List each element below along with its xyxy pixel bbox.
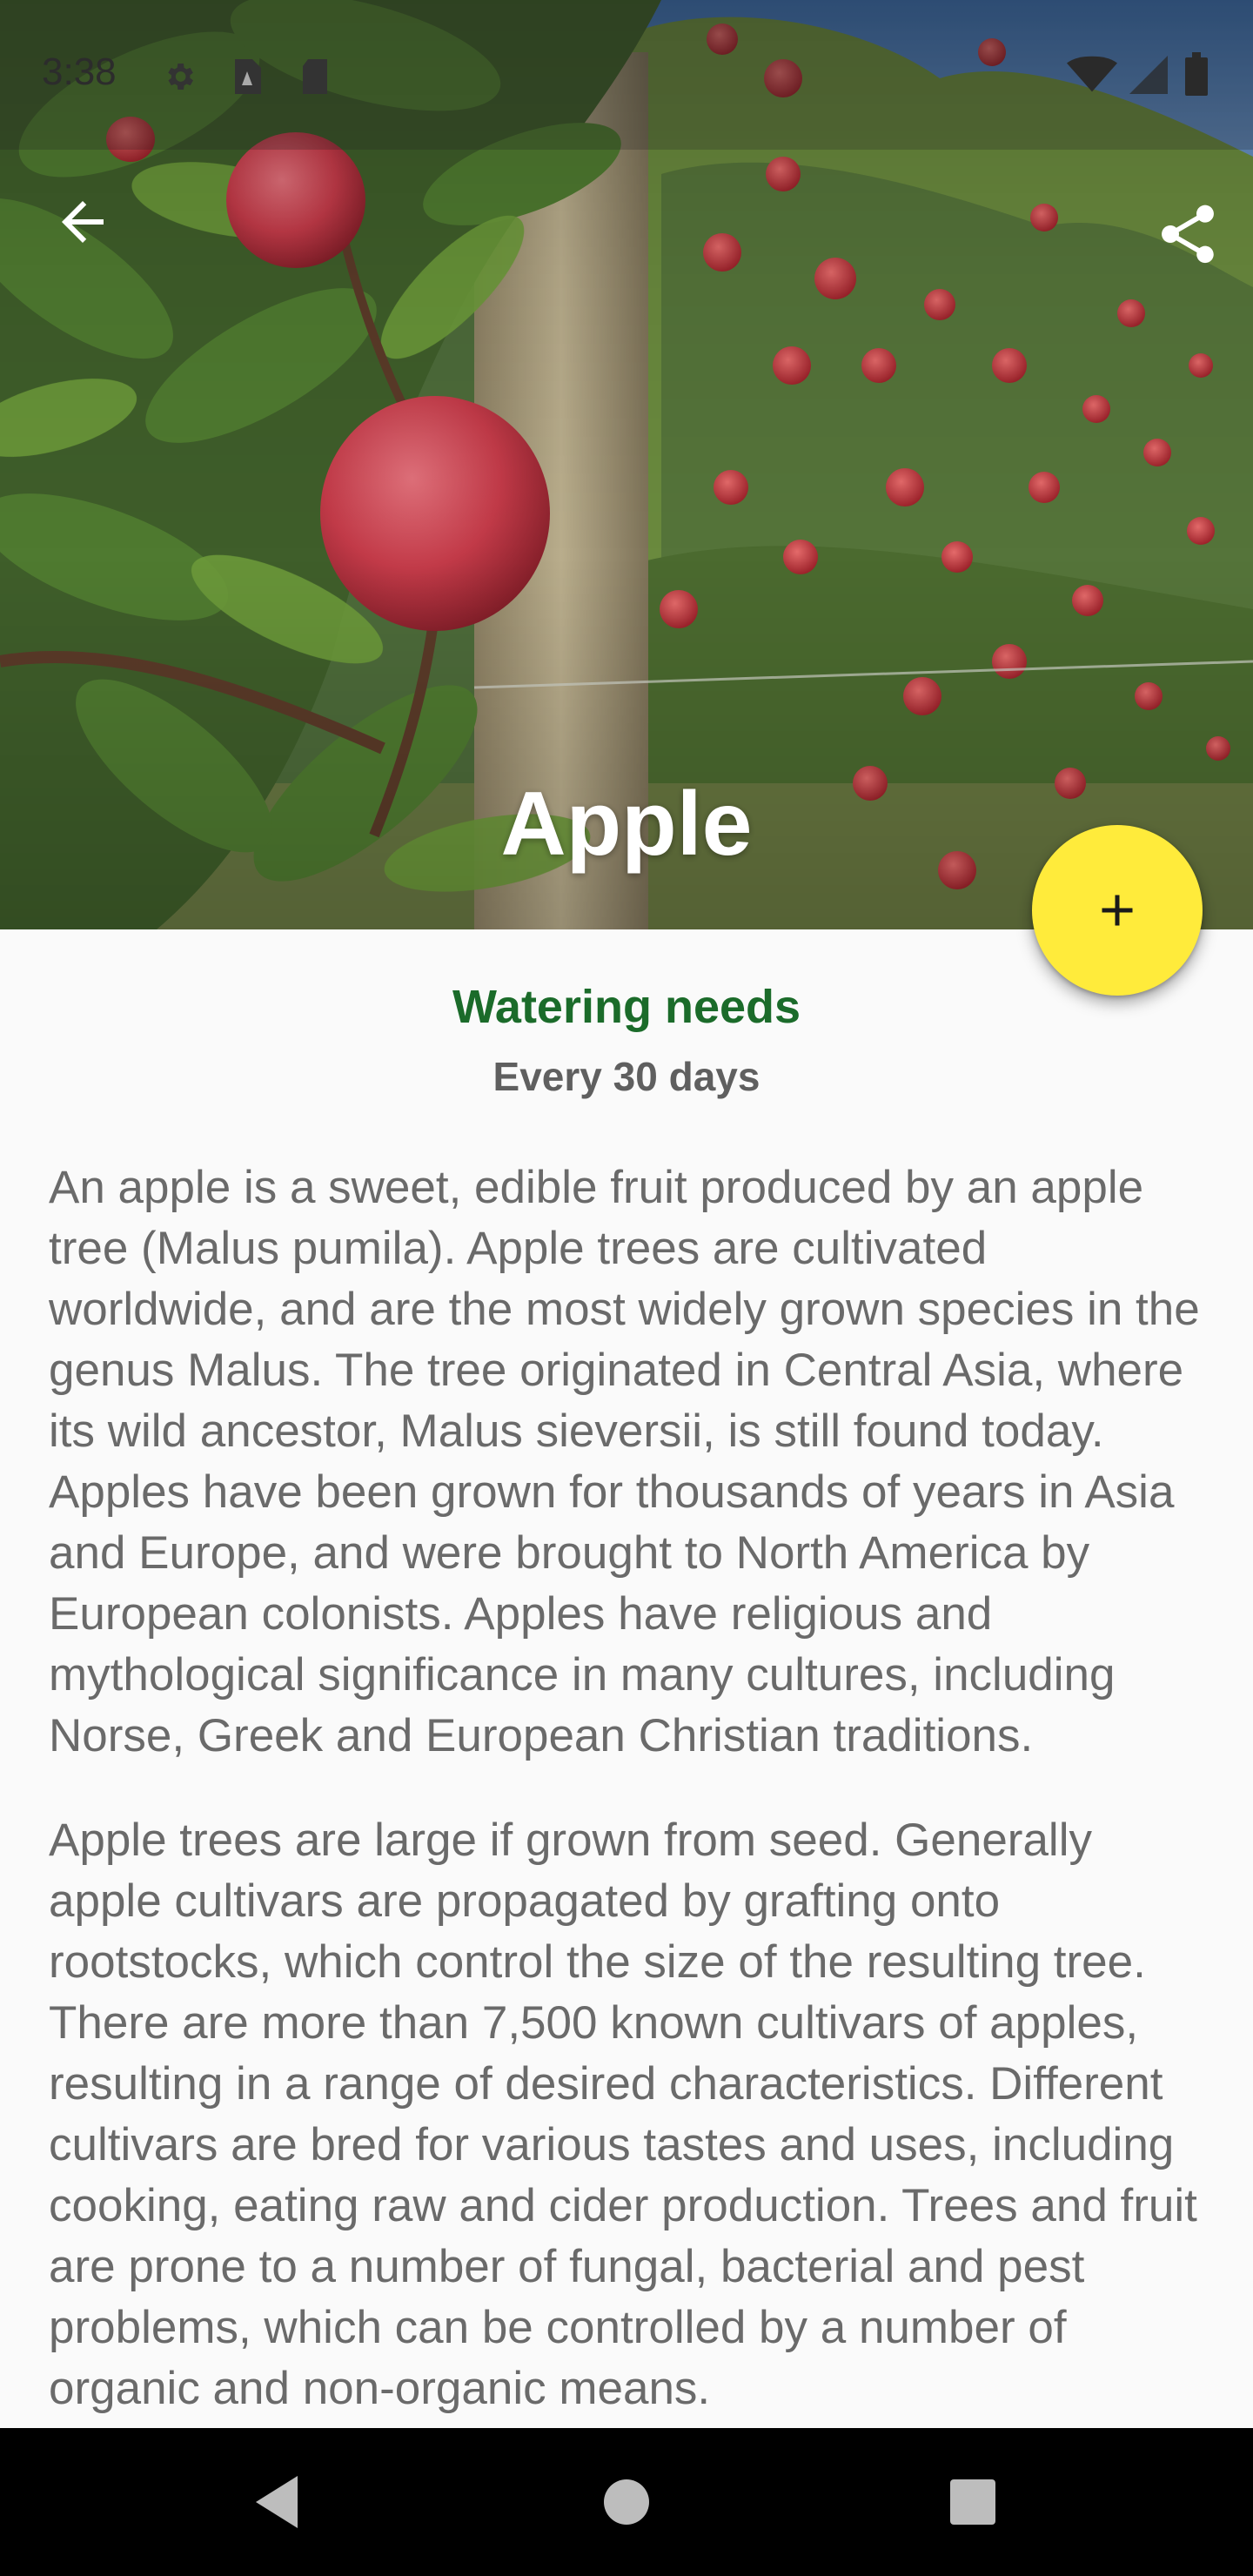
share-icon bbox=[1162, 205, 1214, 264]
system-navigation-bar bbox=[0, 2428, 1253, 2576]
description-paragraph: An apple is a sweet, edible fruit produc… bbox=[49, 1162, 1200, 1761]
plant-detail-content: Watering needs Every 30 days An apple is… bbox=[0, 929, 1253, 2428]
sd-card-icon bbox=[298, 57, 332, 100]
status-bar: 3:38 bbox=[0, 0, 1253, 150]
description-paragraph: Apple trees are large if grown from seed… bbox=[49, 1815, 1197, 2414]
nav-recents-button[interactable] bbox=[886, 2428, 1060, 2576]
status-time: 3:38 bbox=[42, 50, 117, 93]
nav-back-button[interactable] bbox=[191, 2428, 365, 2576]
nav-home-icon bbox=[604, 2479, 649, 2525]
nav-recents-icon bbox=[950, 2479, 995, 2525]
nav-back-icon bbox=[256, 2476, 298, 2528]
plus-icon bbox=[1102, 895, 1133, 926]
add-to-garden-fab[interactable] bbox=[1032, 825, 1203, 996]
arrow-back-icon bbox=[62, 201, 104, 243]
back-button[interactable] bbox=[35, 174, 131, 270]
share-button[interactable] bbox=[1140, 186, 1236, 282]
watering-interval: Every 30 days bbox=[492, 1054, 761, 1099]
battery-icon bbox=[1185, 52, 1208, 100]
signal-icon bbox=[1129, 56, 1168, 98]
plant-detail-screen: 3:38 Apple Watering needs Every 30 days … bbox=[0, 0, 1253, 2576]
watering-needs-label: Watering needs bbox=[452, 981, 801, 1033]
plant-description: An apple is a sweet, edible fruit produc… bbox=[49, 1157, 1215, 2428]
wifi-icon bbox=[1067, 56, 1117, 98]
sim-icon bbox=[230, 57, 265, 100]
settings-icon bbox=[162, 59, 197, 98]
nav-home-button[interactable] bbox=[539, 2428, 714, 2576]
